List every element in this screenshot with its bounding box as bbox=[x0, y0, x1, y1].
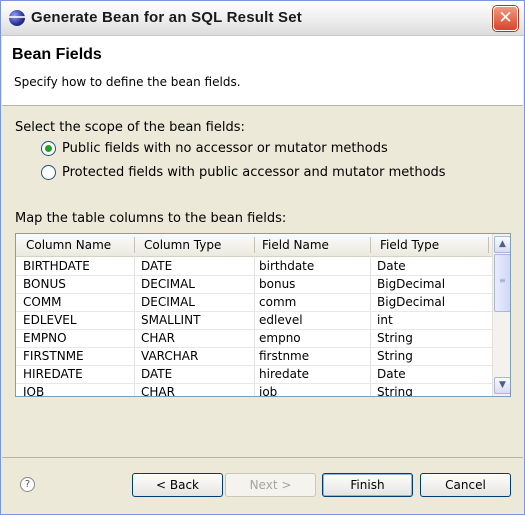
page-description: Specify how to define the bean fields. bbox=[14, 75, 241, 89]
column-header[interactable]: Column Type bbox=[144, 238, 221, 252]
help-icon[interactable]: ? bbox=[20, 477, 35, 492]
column-header[interactable]: Field Type bbox=[380, 238, 439, 252]
cell-field-type[interactable]: BigDecimal bbox=[377, 295, 445, 309]
column-divider[interactable] bbox=[488, 237, 489, 253]
cell-column-name[interactable]: BIRTHDATE bbox=[23, 259, 90, 273]
radio-public-fields[interactable]: Public fields with no accessor or mutato… bbox=[41, 141, 388, 156]
cell-column-name[interactable]: FIRSTNME bbox=[23, 349, 84, 363]
table-row[interactable]: COMM DECIMAL comm BigDecimal bbox=[16, 293, 492, 312]
radio-label: Public fields with no accessor or mutato… bbox=[62, 141, 388, 156]
cell-column-type[interactable]: VARCHAR bbox=[141, 349, 198, 363]
scroll-thumb[interactable]: ≡ bbox=[494, 254, 510, 312]
cell-field-name[interactable]: comm bbox=[259, 295, 296, 309]
cell-field-name[interactable]: hiredate bbox=[259, 367, 309, 381]
cell-field-name[interactable]: empno bbox=[259, 331, 301, 345]
cell-field-type[interactable]: int bbox=[377, 313, 393, 327]
radio-protected-fields[interactable]: Protected fields with public accessor an… bbox=[41, 165, 446, 180]
mapping-table[interactable]: Column Name Column Type Field Name Field… bbox=[15, 233, 511, 397]
cell-column-type[interactable]: DATE bbox=[141, 259, 172, 273]
radio-label: Protected fields with public accessor an… bbox=[62, 165, 446, 180]
page-title: Bean Fields bbox=[12, 46, 102, 63]
cell-column-type[interactable]: SMALLINT bbox=[141, 313, 200, 327]
cell-column-name[interactable]: HIREDATE bbox=[23, 367, 83, 381]
dialog-window: Generate Bean for an SQL Result Set ✕ Be… bbox=[0, 0, 525, 515]
cell-field-type[interactable]: Date bbox=[377, 367, 406, 381]
cell-field-type[interactable]: BigDecimal bbox=[377, 277, 445, 291]
scroll-up-icon[interactable]: ▲ bbox=[494, 236, 510, 253]
vertical-scrollbar[interactable]: ▲ ≡ ▼ bbox=[492, 234, 510, 396]
column-divider[interactable] bbox=[254, 237, 255, 253]
column-divider[interactable] bbox=[370, 237, 371, 253]
cell-column-name[interactable]: EMPNO bbox=[23, 331, 67, 345]
table-header: Column Name Column Type Field Name Field… bbox=[16, 234, 492, 257]
cell-field-type[interactable]: String bbox=[377, 385, 413, 396]
next-button[interactable]: Next > bbox=[225, 473, 316, 497]
cell-column-type[interactable]: CHAR bbox=[141, 385, 175, 396]
cell-field-name[interactable]: firstnme bbox=[259, 349, 309, 363]
table-row[interactable]: BIRTHDATE DATE birthdate Date bbox=[16, 257, 492, 276]
cell-field-name[interactable]: job bbox=[259, 385, 277, 396]
cell-column-name[interactable]: EDLEVEL bbox=[23, 313, 77, 327]
table-row[interactable]: EDLEVEL SMALLINT edlevel int bbox=[16, 311, 492, 330]
radio-button[interactable] bbox=[41, 165, 56, 180]
cell-column-name[interactable]: COMM bbox=[23, 295, 62, 309]
table-row[interactable]: HIREDATE DATE hiredate Date bbox=[16, 365, 492, 384]
cell-column-type[interactable]: CHAR bbox=[141, 331, 175, 345]
cell-field-type[interactable]: String bbox=[377, 331, 413, 345]
table-row[interactable]: BONUS DECIMAL bonus BigDecimal bbox=[16, 275, 492, 294]
column-header[interactable]: Field Name bbox=[262, 238, 329, 252]
cell-column-name[interactable]: BONUS bbox=[23, 277, 66, 291]
scope-label: Select the scope of the bean fields: bbox=[15, 120, 245, 135]
mapping-label: Map the table columns to the bean fields… bbox=[15, 211, 287, 226]
table-row[interactable]: EMPNO CHAR empno String bbox=[16, 329, 492, 348]
table-row[interactable]: FIRSTNME VARCHAR firstnme String bbox=[16, 347, 492, 366]
footer-separator bbox=[2, 457, 523, 458]
title-bar[interactable]: Generate Bean for an SQL Result Set ✕ bbox=[1, 1, 524, 36]
back-button[interactable]: < Back bbox=[132, 473, 223, 497]
radio-button-selected[interactable] bbox=[41, 141, 56, 156]
eclipse-icon bbox=[9, 10, 25, 26]
cell-column-type[interactable]: DATE bbox=[141, 367, 172, 381]
cell-field-type[interactable]: String bbox=[377, 349, 413, 363]
column-header[interactable]: Column Name bbox=[26, 238, 111, 252]
cell-field-name[interactable]: birthdate bbox=[259, 259, 314, 273]
cell-column-type[interactable]: DECIMAL bbox=[141, 277, 195, 291]
scroll-down-icon[interactable]: ▼ bbox=[494, 377, 510, 394]
cell-field-name[interactable]: edlevel bbox=[259, 313, 303, 327]
column-divider[interactable] bbox=[134, 237, 135, 253]
cell-column-type[interactable]: DECIMAL bbox=[141, 295, 195, 309]
table-row[interactable]: JOB CHAR job String bbox=[16, 383, 492, 396]
cell-column-name[interactable]: JOB bbox=[23, 385, 44, 396]
wizard-header: Bean Fields Specify how to define the be… bbox=[2, 36, 523, 106]
cancel-button[interactable]: Cancel bbox=[420, 473, 511, 497]
window-title: Generate Bean for an SQL Result Set bbox=[31, 9, 302, 26]
cell-field-type[interactable]: Date bbox=[377, 259, 406, 273]
cell-field-name[interactable]: bonus bbox=[259, 277, 295, 291]
close-button[interactable]: ✕ bbox=[493, 6, 518, 31]
finish-button[interactable]: Finish bbox=[322, 473, 413, 497]
